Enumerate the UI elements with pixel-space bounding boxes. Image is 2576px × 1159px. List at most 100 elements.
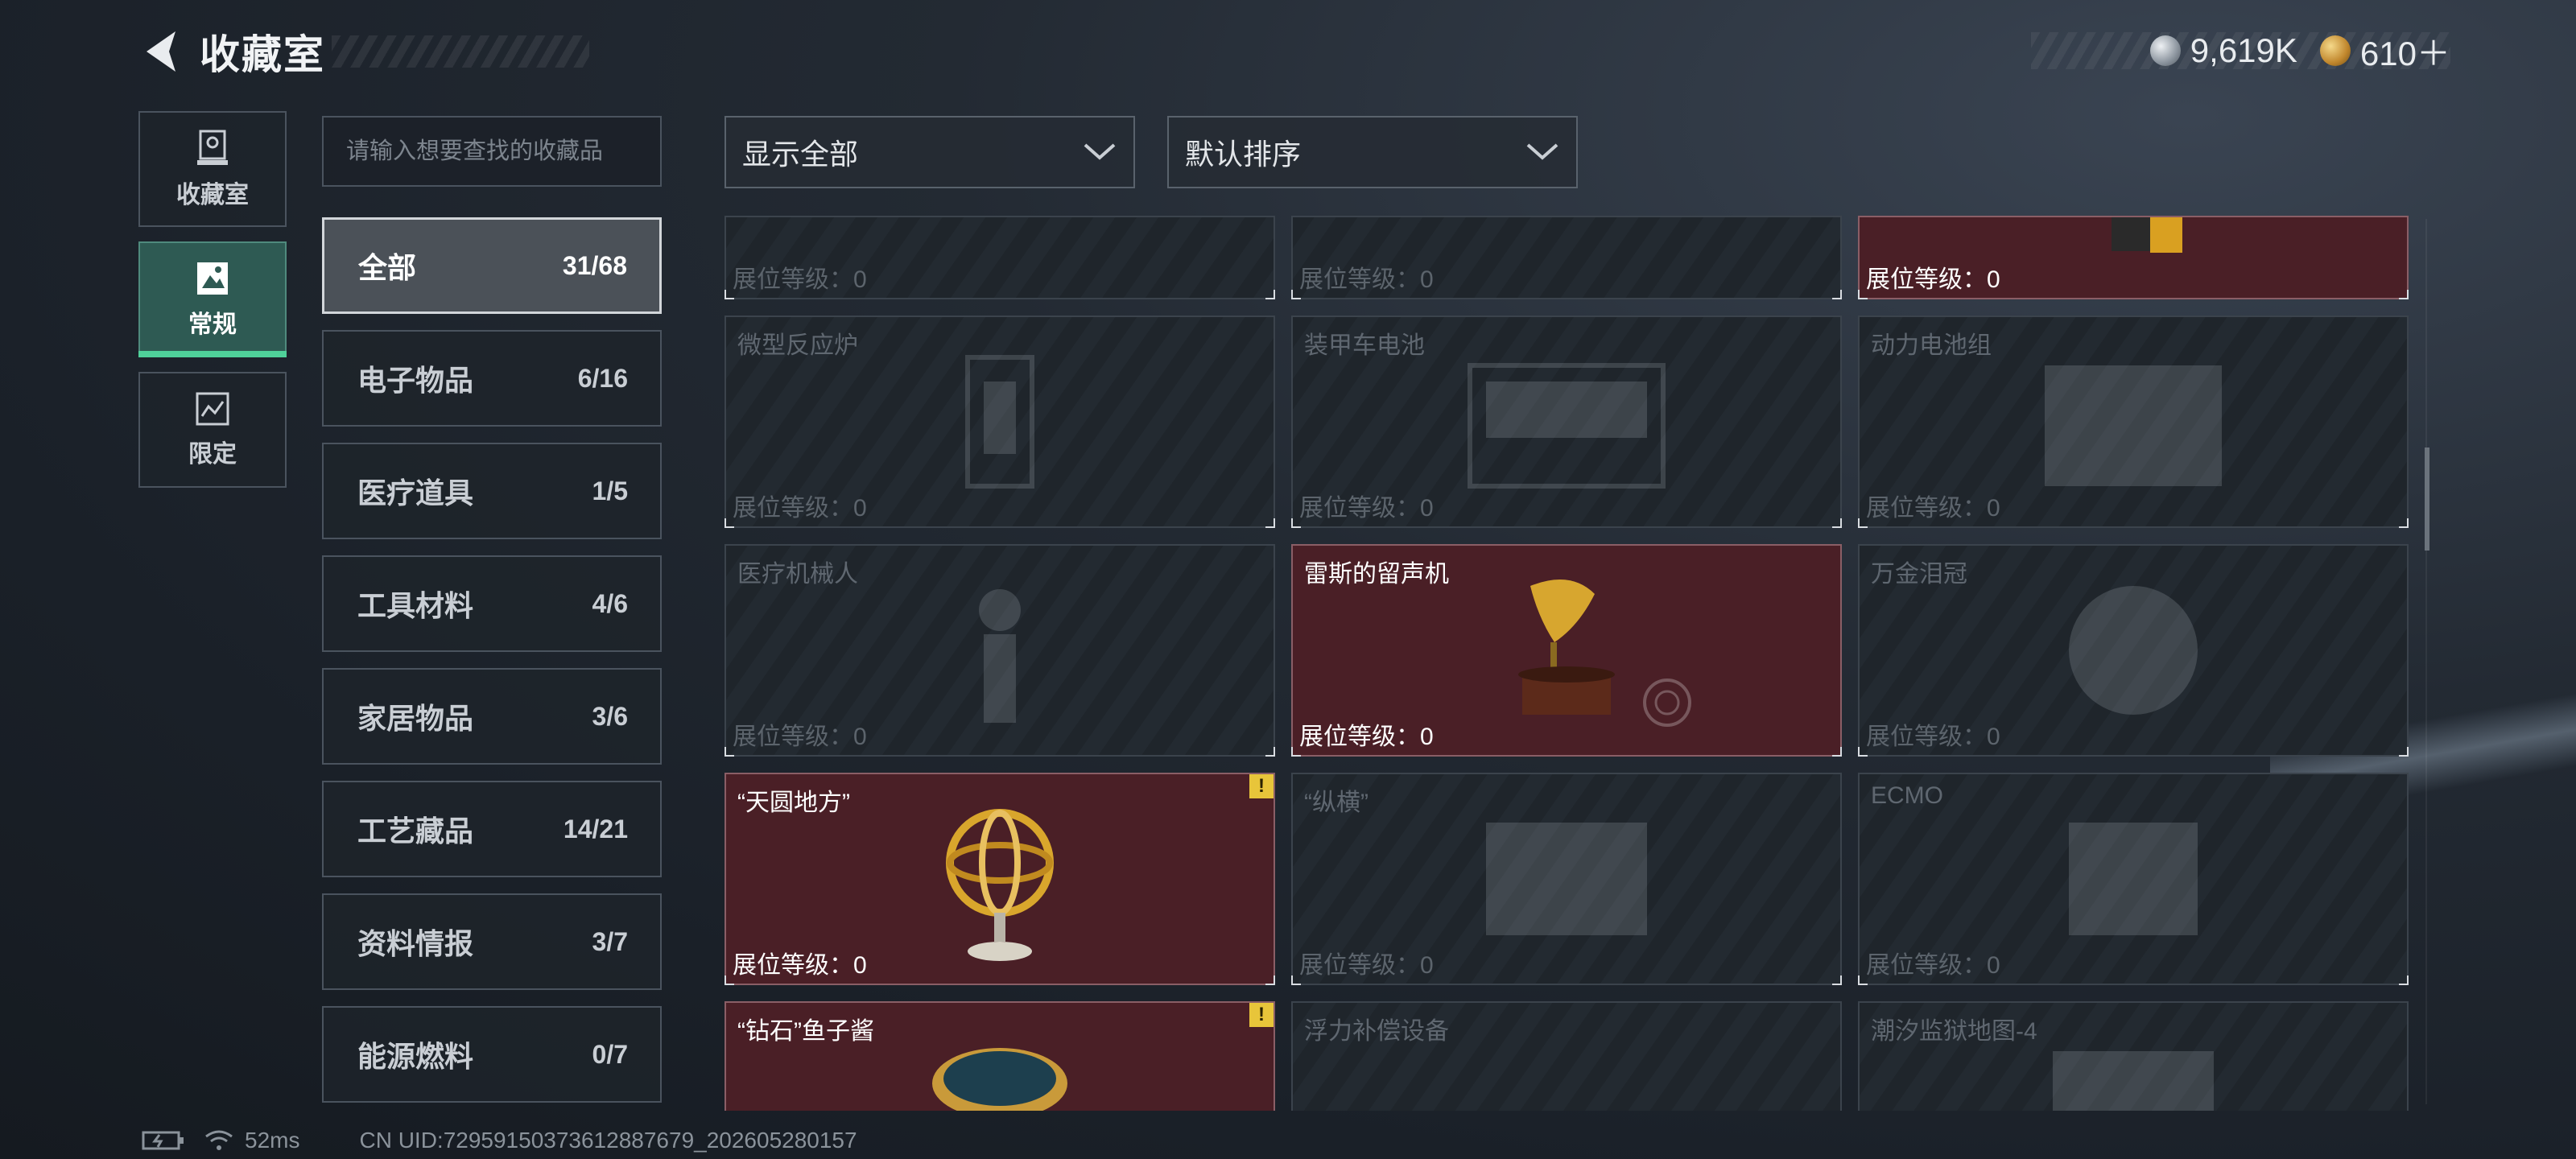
reactor-icon bbox=[965, 355, 1034, 489]
card-corner bbox=[1265, 518, 1275, 528]
collection-card-owned[interactable]: 雷斯的留声机 展位等级：0 bbox=[1291, 544, 1842, 757]
category-count: 6/16 bbox=[577, 363, 628, 393]
card-name: “钻石”鱼子酱 bbox=[737, 1018, 874, 1045]
category-intel[interactable]: 资料情报 3/7 bbox=[322, 893, 662, 990]
display-filter-value: 显示全部 bbox=[742, 138, 859, 171]
card-corner bbox=[2399, 290, 2409, 299]
gold-coin-icon bbox=[2319, 35, 2351, 66]
card-name: 潮汐监狱地图-4 bbox=[1871, 1018, 2037, 1045]
collection-card-owned[interactable]: “钻石”鱼子酱 ! bbox=[724, 1001, 1275, 1111]
collection-card[interactable]: 展位等级：0 bbox=[724, 216, 1275, 299]
card-level: 展位等级：0 bbox=[733, 952, 867, 979]
card-level: 展位等级：0 bbox=[1299, 266, 1434, 293]
card-name: 医疗机械人 bbox=[737, 561, 858, 588]
category-crafts[interactable]: 工艺藏品 14/21 bbox=[322, 781, 662, 877]
collection-card[interactable]: 动力电池组 展位等级：0 bbox=[1858, 316, 2409, 528]
back-arrow-icon bbox=[147, 31, 175, 72]
card-name: 动力电池组 bbox=[1871, 332, 1992, 359]
card-corner bbox=[1265, 290, 1275, 299]
category-energy[interactable]: 能源燃料 0/7 bbox=[322, 1006, 662, 1103]
scrollbar-thumb[interactable] bbox=[2425, 448, 2429, 551]
card-corner bbox=[1291, 975, 1301, 985]
collection-card-owned[interactable]: “天圆地方” ! 展位等级：0 bbox=[724, 773, 1275, 985]
collection-grid: 展位等级：0 展位等级：0 展位等级：0 微型反应炉 展位等级：0 装甲车电池 … bbox=[724, 216, 2412, 1111]
category-electronics[interactable]: 电子物品 6/16 bbox=[322, 330, 662, 427]
collection-card[interactable]: 浮力补偿设备 bbox=[1291, 1001, 1842, 1111]
display-filter-dropdown[interactable]: 显示全部 bbox=[724, 116, 1135, 188]
card-corner bbox=[1291, 290, 1301, 299]
category-tools[interactable]: 工具材料 4/6 bbox=[322, 555, 662, 652]
nav-trophy-room[interactable]: 收藏室 bbox=[138, 111, 287, 227]
card-corner bbox=[1832, 975, 1842, 985]
category-count: 14/21 bbox=[563, 814, 628, 843]
category-count: 3/7 bbox=[592, 926, 628, 956]
category-count: 0/7 bbox=[592, 1039, 628, 1069]
category-count: 31/68 bbox=[562, 250, 627, 280]
collection-card[interactable]: 医疗机械人 展位等级：0 bbox=[724, 544, 1275, 757]
collection-card[interactable]: “纵横” 展位等级：0 bbox=[1291, 773, 1842, 985]
category-count: 4/6 bbox=[592, 588, 628, 618]
medical-robot-icon bbox=[979, 589, 1021, 723]
sort-value: 默认排序 bbox=[1185, 138, 1302, 171]
card-corner bbox=[1858, 975, 1868, 985]
collection-card[interactable]: 微型反应炉 展位等级：0 bbox=[724, 316, 1275, 528]
card-level: 展位等级：0 bbox=[733, 724, 867, 750]
currency-gold[interactable]: 610＋ bbox=[2319, 27, 2450, 76]
category-all[interactable]: 全部 31/68 bbox=[322, 217, 662, 314]
title-decoration bbox=[332, 35, 589, 68]
battery-icon bbox=[142, 1131, 184, 1150]
sort-dropdown[interactable]: 默认排序 bbox=[1167, 116, 1578, 188]
card-name: 雷斯的留声机 bbox=[1304, 561, 1449, 588]
collection-card[interactable]: 万金泪冠 展位等级：0 bbox=[1858, 544, 2409, 757]
category-home[interactable]: 家居物品 3/6 bbox=[322, 668, 662, 765]
wifi-icon bbox=[205, 1130, 233, 1150]
category-medical[interactable]: 医疗道具 1/5 bbox=[322, 443, 662, 539]
chevron-down-icon bbox=[1084, 143, 1116, 160]
card-corner bbox=[1265, 975, 1275, 985]
collection-card[interactable]: 展位等级：0 bbox=[1291, 216, 1842, 299]
collection-card[interactable]: 潮汐监狱地图-4 bbox=[1858, 1001, 2409, 1111]
nav-limited[interactable]: 限定 bbox=[138, 372, 287, 488]
search-box[interactable] bbox=[322, 116, 662, 187]
card-corner bbox=[1858, 518, 1868, 528]
card-level: 展位等级：0 bbox=[733, 266, 867, 293]
card-corner bbox=[1832, 290, 1842, 299]
card-name: 微型反应炉 bbox=[737, 332, 858, 359]
card-corner bbox=[724, 975, 734, 985]
collection-card[interactable]: ECMO 展位等级：0 bbox=[1858, 773, 2409, 985]
limited-collection-icon bbox=[196, 392, 229, 426]
card-name: “天圆地方” bbox=[737, 790, 850, 816]
back-button[interactable] bbox=[138, 26, 185, 77]
category-name: 资料情报 bbox=[357, 927, 474, 960]
user-uid: CN UID:72959150373612887679_202605280157 bbox=[359, 1128, 857, 1153]
left-nav: 收藏室 常规 限定 bbox=[138, 111, 287, 502]
card-level: 展位等级：0 bbox=[1866, 266, 2000, 293]
trophy-room-icon bbox=[197, 130, 228, 165]
card-level: 展位等级：0 bbox=[1299, 495, 1434, 522]
card-level: 展位等级：0 bbox=[733, 495, 867, 522]
collection-card[interactable]: 装甲车电池 展位等级：0 bbox=[1291, 316, 1842, 528]
card-corner bbox=[2399, 975, 2409, 985]
card-name: 万金泪冠 bbox=[1871, 561, 1967, 588]
search-input[interactable] bbox=[346, 138, 652, 165]
card-corner bbox=[1265, 747, 1275, 757]
currency-silver[interactable]: 9,619K bbox=[2149, 31, 2297, 70]
nav-regular-label: 常规 bbox=[188, 311, 237, 338]
item-thumbnail-icon bbox=[2112, 217, 2182, 253]
nav-limited-label: 限定 bbox=[188, 441, 237, 468]
category-name: 全部 bbox=[358, 251, 417, 284]
nav-regular[interactable]: 常规 bbox=[138, 241, 287, 357]
gold-amount: 610＋ bbox=[2359, 34, 2450, 72]
map-icon bbox=[2053, 1051, 2214, 1111]
card-corner bbox=[1858, 747, 1868, 757]
card-level: 展位等级：0 bbox=[1866, 724, 2000, 750]
chevron-down-icon bbox=[1526, 143, 1558, 160]
page-title: 收藏室 bbox=[200, 32, 325, 77]
card-level: 展位等级：0 bbox=[1866, 495, 2000, 522]
card-corner bbox=[724, 518, 734, 528]
collection-card-owned[interactable]: 展位等级：0 bbox=[1858, 216, 2409, 299]
scrollbar-track bbox=[2425, 219, 2427, 1104]
card-corner bbox=[1291, 747, 1301, 757]
category-list: 全部 31/68 电子物品 6/16 医疗道具 1/5 工具材料 4/6 家居物… bbox=[322, 217, 662, 1119]
chess-board-icon bbox=[1486, 823, 1647, 935]
